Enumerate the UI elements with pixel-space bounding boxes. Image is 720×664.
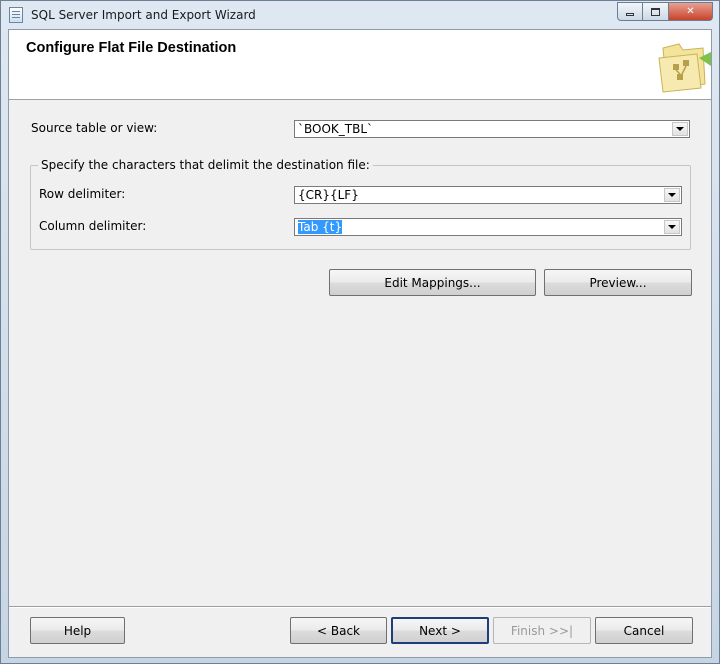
chevron-down-icon[interactable] bbox=[672, 122, 688, 136]
chevron-down-icon[interactable] bbox=[664, 220, 680, 234]
row-delimiter-combo[interactable]: {CR}{LF} bbox=[294, 186, 682, 204]
wizard-window: SQL Server Import and Export Wizard ✕ Co… bbox=[0, 0, 720, 664]
window-controls: ✕ bbox=[617, 2, 713, 21]
close-button[interactable]: ✕ bbox=[669, 2, 713, 21]
row-delimiter-label: Row delimiter: bbox=[39, 187, 126, 201]
minimize-button[interactable] bbox=[617, 2, 643, 21]
delimiter-group-label: Specify the characters that delimit the … bbox=[38, 158, 373, 172]
finish-button: Finish >>| bbox=[493, 617, 591, 644]
wizard-folder-icon bbox=[658, 43, 711, 93]
help-button[interactable]: Help bbox=[30, 617, 125, 644]
footer-divider bbox=[9, 606, 711, 608]
wizard-client-area: Configure Flat File Destination Source t… bbox=[8, 29, 712, 658]
column-delimiter-selected-text: Tab {t} bbox=[298, 220, 343, 234]
back-button[interactable]: < Back bbox=[290, 617, 387, 644]
maximize-button[interactable] bbox=[643, 2, 669, 21]
source-table-combo[interactable]: `BOOK_TBL` bbox=[294, 120, 690, 138]
close-icon: ✕ bbox=[686, 6, 695, 17]
delimiter-groupbox: Specify the characters that delimit the … bbox=[30, 158, 691, 250]
minimize-icon bbox=[626, 13, 634, 16]
cancel-button[interactable]: Cancel bbox=[595, 617, 693, 644]
column-delimiter-label: Column delimiter: bbox=[39, 219, 147, 233]
row-delimiter-value: {CR}{LF} bbox=[298, 188, 359, 202]
maximize-icon bbox=[651, 7, 660, 16]
column-delimiter-value: Tab {t} bbox=[295, 220, 664, 234]
column-delimiter-combo[interactable]: Tab {t} bbox=[294, 218, 682, 236]
preview-button[interactable]: Preview... bbox=[544, 269, 692, 296]
edit-mappings-button[interactable]: Edit Mappings... bbox=[329, 269, 536, 296]
page-header: Configure Flat File Destination bbox=[9, 30, 711, 100]
app-icon bbox=[9, 7, 23, 23]
page-title: Configure Flat File Destination bbox=[26, 40, 237, 56]
source-table-label: Source table or view: bbox=[31, 121, 158, 135]
source-table-value: `BOOK_TBL` bbox=[298, 122, 374, 136]
chevron-down-icon[interactable] bbox=[664, 188, 680, 202]
title-bar[interactable]: SQL Server Import and Export Wizard ✕ bbox=[1, 1, 719, 29]
window-title: SQL Server Import and Export Wizard bbox=[31, 8, 256, 22]
next-button[interactable]: Next > bbox=[391, 617, 489, 644]
